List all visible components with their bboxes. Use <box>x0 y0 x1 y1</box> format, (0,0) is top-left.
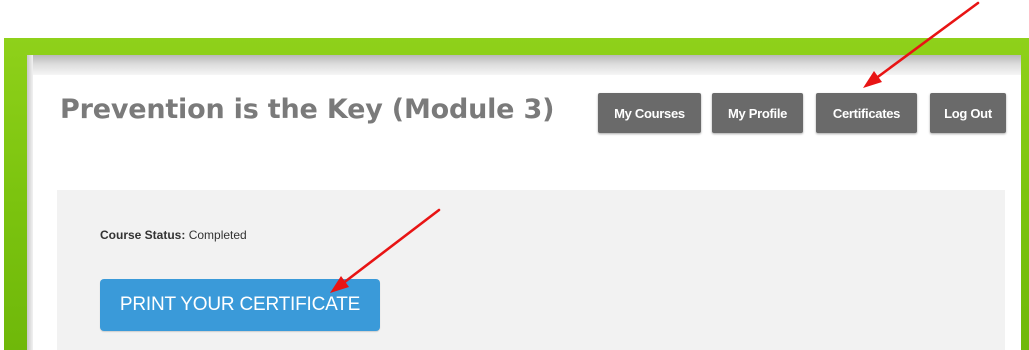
print-certificate-button[interactable]: PRINT YOUR CERTIFICATE <box>100 279 380 331</box>
course-status-value: Completed <box>188 228 247 242</box>
screenshot-stage: Prevention is the Key (Module 3) My Cour… <box>0 0 1029 350</box>
course-panel: Course Status: Completed PRINT YOUR CERT… <box>57 190 1005 350</box>
left-shadow <box>27 55 33 350</box>
certificates-button[interactable]: Certificates <box>816 93 917 133</box>
log-out-button[interactable]: Log Out <box>930 93 1006 133</box>
my-profile-button[interactable]: My Profile <box>712 93 803 133</box>
page-title: Prevention is the Key (Module 3) <box>60 94 555 125</box>
course-status-label: Course Status: <box>100 228 186 242</box>
site-window: Prevention is the Key (Module 3) My Cour… <box>27 55 1021 350</box>
course-status: Course Status: Completed <box>100 228 247 242</box>
top-shadow <box>27 55 1021 75</box>
my-courses-button[interactable]: My Courses <box>598 93 701 133</box>
